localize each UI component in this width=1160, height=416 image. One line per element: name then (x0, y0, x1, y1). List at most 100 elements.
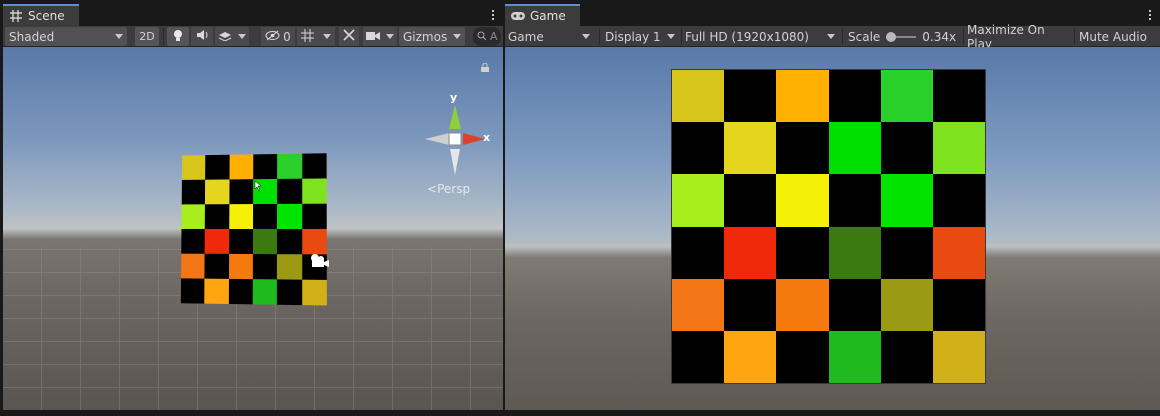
persp-arrow-icon: < (427, 182, 438, 196)
checker-cell (932, 122, 985, 175)
checker-cell (724, 122, 777, 175)
checker-cell (204, 229, 229, 254)
mute-audio-button[interactable]: Mute Audio (1079, 27, 1159, 46)
checker-cell (277, 178, 302, 204)
checker-cell (277, 254, 302, 280)
checker-cell (253, 154, 278, 180)
chevron-down-icon (453, 34, 461, 39)
persp-toggle[interactable]: <Persp (427, 182, 470, 196)
checker-cell (204, 253, 229, 279)
audio-button[interactable] (191, 27, 213, 46)
camera-gizmo-icon[interactable] (307, 253, 329, 272)
checker-cell (724, 330, 777, 383)
camera-dropdown[interactable] (363, 27, 397, 46)
checker-cell (180, 278, 205, 304)
checker-cell (828, 330, 881, 383)
checker-cell (277, 229, 302, 255)
chevron-down-icon (582, 34, 590, 39)
display-label: Display 1 (605, 29, 661, 44)
checker-cell (204, 278, 229, 304)
grid-icon (9, 9, 23, 23)
checker-cell (301, 229, 327, 255)
camera-icon (366, 30, 380, 44)
chevron-down-icon (322, 34, 331, 39)
checker-cell (253, 203, 278, 229)
checker-cell (672, 278, 725, 331)
checker-cell (932, 330, 985, 383)
lighting-button[interactable] (167, 27, 189, 46)
hidden-objects-button[interactable]: 0 (261, 27, 295, 46)
game-toolbar: Game Display 1 Full HD (1920x1080) Scale… (505, 23, 1160, 51)
maximize-on-play-button[interactable]: Maximize On Play (967, 23, 1071, 51)
scale-control: Scale 0.34x (848, 27, 960, 46)
scale-label: Scale (848, 29, 881, 44)
chevron-down-icon (386, 34, 394, 39)
checker-cell (672, 330, 725, 383)
checker-cell (205, 154, 230, 180)
orientation-gizmo[interactable]: y x (419, 91, 491, 177)
chevron-down-icon (238, 34, 246, 39)
resolution-dropdown[interactable]: Full HD (1920x1080) (685, 27, 839, 46)
checker-cell (672, 174, 725, 227)
display-dropdown[interactable]: Display 1 (605, 27, 679, 46)
tab-game[interactable]: Game (505, 4, 580, 26)
checker-cell (776, 226, 829, 279)
scene-toolbar: Shaded 2D 0 Gizmos A (3, 26, 503, 47)
scale-slider-thumb[interactable] (886, 31, 897, 42)
checker-cell (828, 70, 881, 123)
chevron-down-icon (827, 34, 835, 39)
checker-cell (880, 330, 933, 383)
checker-cell (776, 174, 829, 227)
grid-snap-dropdown[interactable] (297, 27, 335, 46)
axis-x-label: x (483, 131, 491, 144)
checker-cell (277, 153, 302, 179)
effects-dropdown[interactable] (215, 27, 249, 46)
lightbulb-icon (172, 29, 184, 45)
scene-checkerboard[interactable] (180, 153, 327, 306)
checker-cell (181, 253, 205, 279)
gizmos-dropdown[interactable]: Gizmos (399, 27, 465, 46)
toggle-2d-button[interactable]: 2D (135, 27, 159, 46)
checker-cell (828, 226, 881, 279)
scene-tabbar: Scene (3, 4, 503, 26)
checker-cell (181, 155, 206, 180)
checker-cell (932, 70, 985, 123)
checker-cell (228, 229, 253, 255)
checker-cell (932, 174, 985, 227)
scale-slider[interactable] (886, 31, 917, 42)
scene-viewport[interactable]: y x <Persp (3, 47, 503, 410)
tab-scene-label: Scene (28, 9, 65, 23)
search-icon (477, 30, 487, 44)
game-menu-icon[interactable] (1146, 7, 1154, 23)
shading-mode-label: Shaded (9, 29, 55, 44)
speaker-icon (196, 29, 209, 44)
shading-mode-dropdown[interactable]: Shaded (5, 27, 127, 46)
checker-cell (181, 179, 206, 205)
gizmos-label: Gizmos (403, 29, 448, 44)
search-input[interactable]: A (473, 27, 501, 46)
checker-cell (672, 226, 725, 279)
checker-cell (724, 278, 777, 331)
checker-cell (828, 122, 881, 175)
view-mode-dropdown[interactable]: Game (508, 27, 594, 46)
checker-cell (932, 278, 985, 331)
checker-cell (228, 204, 254, 229)
game-viewport[interactable] (505, 47, 1160, 410)
scene-menu-icon[interactable] (489, 7, 497, 23)
persp-label: Persp (437, 182, 471, 196)
checker-cell (724, 70, 777, 123)
checker-cell (181, 229, 206, 254)
gamepad-icon (511, 9, 525, 23)
checker-cell (880, 226, 933, 279)
game-checkerboard (671, 69, 986, 384)
tab-game-label: Game (530, 9, 566, 23)
wrench-icon (343, 29, 355, 44)
lock-icon[interactable] (481, 61, 489, 75)
checker-cell (205, 204, 230, 229)
tools-button[interactable] (339, 27, 359, 46)
checker-cell (181, 204, 206, 229)
checker-cell (776, 330, 829, 383)
scene-panel: Scene Shaded 2D 0 Gizmos A y x <Persp (3, 4, 503, 410)
checker-cell (252, 229, 278, 255)
tab-scene[interactable]: Scene (3, 4, 79, 26)
